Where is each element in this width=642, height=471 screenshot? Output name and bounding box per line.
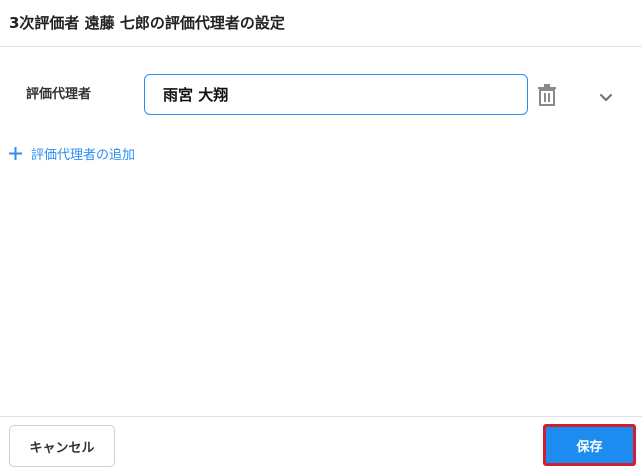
add-proxy-label: 評価代理者の追加: [31, 147, 136, 163]
cancel-button[interactable]: キャンセル: [9, 425, 115, 467]
dialog-title: 3次評価者 遠藤 七郎の評価代理者の設定: [9, 14, 285, 32]
proxy-label: 評価代理者: [26, 87, 92, 102]
add-proxy-link[interactable]: 評価代理者の追加: [9, 143, 135, 163]
dialog-header: 3次評価者 遠藤 七郎の評価代理者の設定: [0, 0, 642, 47]
plus-icon: [9, 146, 22, 160]
proxy-settings-dialog: 3次評価者 遠藤 七郎の評価代理者の設定 評価代理者 評価代理者の追加 キャンセ…: [0, 0, 642, 471]
trash-icon[interactable]: [537, 84, 557, 106]
proxy-name-input[interactable]: [144, 74, 528, 115]
chevron-down-icon[interactable]: [599, 88, 613, 101]
save-button[interactable]: 保存: [543, 424, 636, 466]
